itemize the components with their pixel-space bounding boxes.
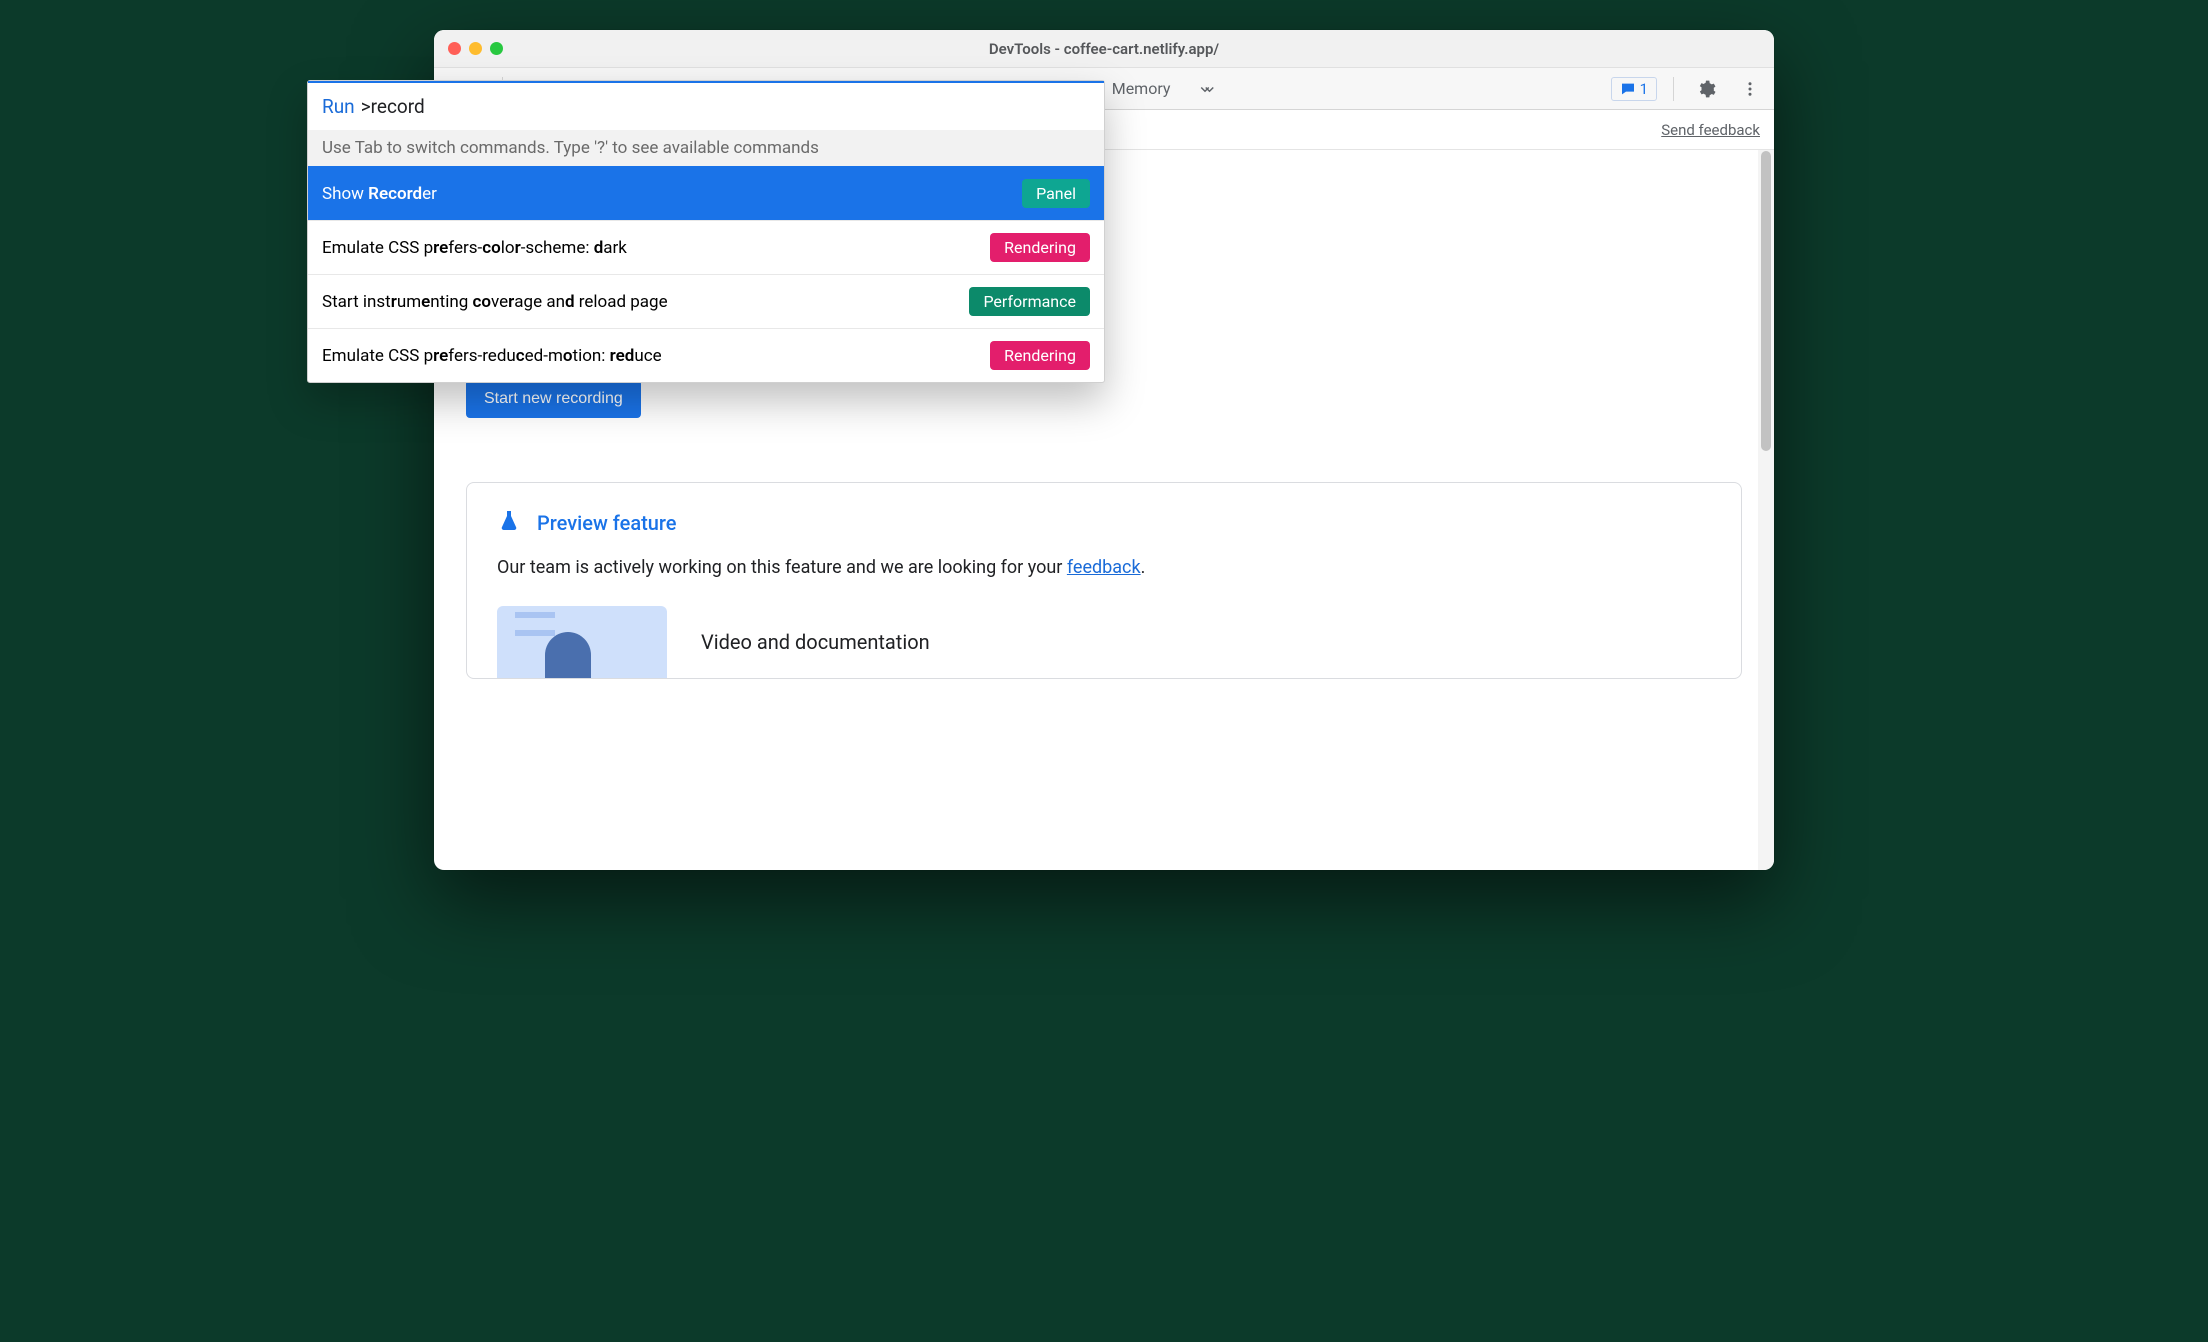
command-badge: Panel	[1022, 179, 1090, 208]
minimize-window-button[interactable]	[469, 42, 482, 55]
more-tabs-icon[interactable]	[1196, 68, 1220, 110]
command-badge: Performance	[969, 287, 1090, 316]
preview-feature-body: Our team is actively working on this fea…	[497, 557, 1711, 578]
close-window-button[interactable]	[448, 42, 461, 55]
divider	[1673, 77, 1674, 101]
feedback-link[interactable]: feedback	[1067, 557, 1141, 578]
command-item-label: Emulate CSS prefers-reduced-motion: redu…	[322, 346, 662, 366]
settings-icon[interactable]	[1690, 68, 1722, 110]
run-label: Run	[322, 95, 355, 118]
titlebar: DevTools - coffee-cart.netlify.app/	[434, 30, 1774, 68]
window-title: DevTools - coffee-cart.netlify.app/	[434, 40, 1774, 58]
tab-memory[interactable]: Memory	[1112, 68, 1171, 109]
message-count: 1	[1640, 80, 1648, 98]
command-input-row[interactable]: Run >record	[308, 81, 1104, 130]
command-menu: Run >record Use Tab to switch commands. …	[307, 80, 1105, 383]
messages-badge[interactable]: 1	[1611, 77, 1657, 101]
command-item-reduced-motion[interactable]: Emulate CSS prefers-reduced-motion: redu…	[308, 328, 1104, 382]
command-hint: Use Tab to switch commands. Type '?' to …	[308, 130, 1104, 166]
command-badge: Rendering	[990, 233, 1090, 262]
command-item-label: Start instrumenting coverage and reload …	[322, 292, 668, 312]
flask-icon	[497, 509, 521, 537]
start-new-recording-button[interactable]: Start new recording	[466, 380, 641, 418]
command-item-label: Emulate CSS prefers-color-scheme: dark	[322, 238, 627, 258]
media-title: Video and documentation	[701, 630, 930, 654]
scrollbar[interactable]	[1758, 150, 1774, 870]
traffic-lights	[434, 42, 503, 55]
command-badge: Rendering	[990, 341, 1090, 370]
command-item-show-recorder[interactable]: Show Recorder Panel	[308, 166, 1104, 220]
command-item-emulate-dark[interactable]: Emulate CSS prefers-color-scheme: dark R…	[308, 220, 1104, 274]
kebab-menu-icon[interactable]	[1734, 68, 1766, 110]
command-query: >record	[361, 95, 425, 118]
command-item-label: Show Recorder	[322, 184, 437, 204]
preview-feature-card: Preview feature Our team is actively wor…	[466, 482, 1742, 679]
video-thumbnail[interactable]	[497, 606, 667, 678]
send-feedback-link[interactable]: Send feedback	[1661, 121, 1760, 139]
maximize-window-button[interactable]	[490, 42, 503, 55]
command-item-coverage[interactable]: Start instrumenting coverage and reload …	[308, 274, 1104, 328]
preview-feature-heading: Preview feature	[537, 511, 676, 535]
